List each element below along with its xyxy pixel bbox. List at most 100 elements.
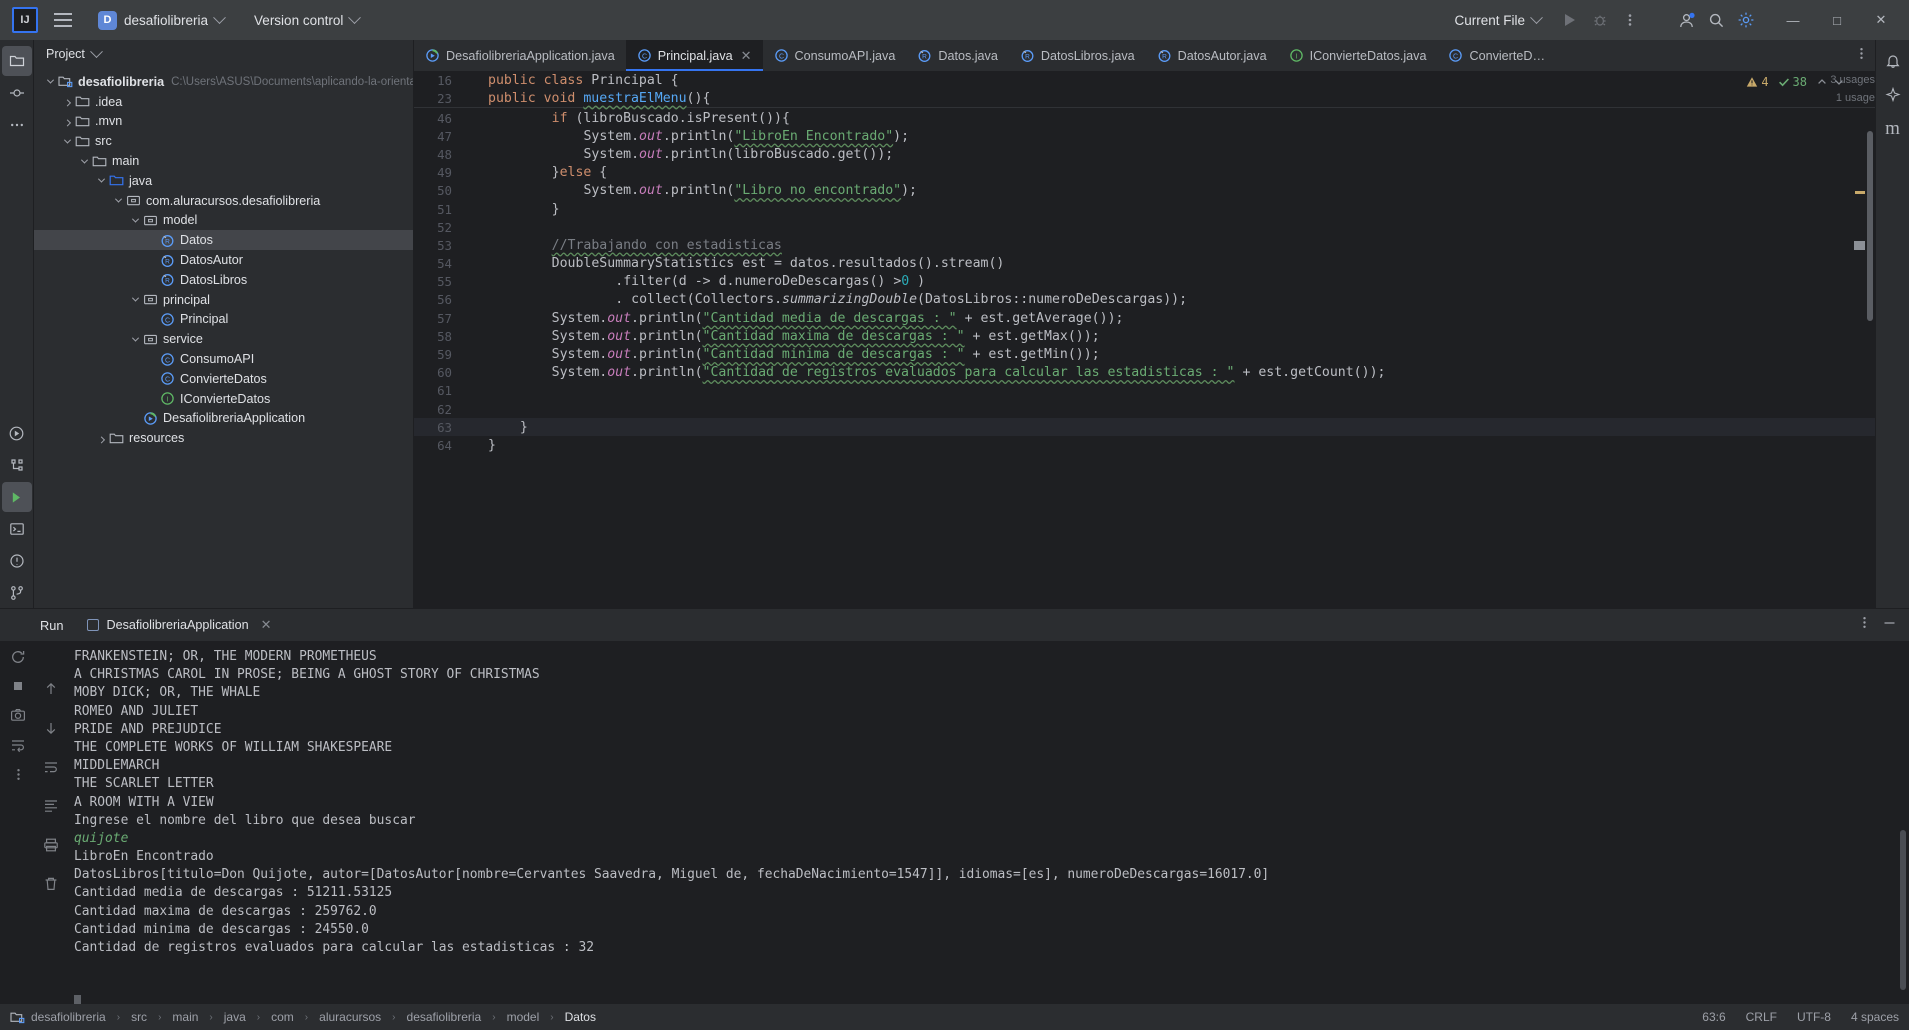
maven-m-icon[interactable]: m	[1878, 114, 1908, 144]
more-vertical-icon[interactable]	[11, 767, 26, 787]
run-configuration-selector[interactable]: Current File	[1446, 9, 1549, 32]
chevron-down-icon[interactable]	[129, 214, 142, 227]
run-play-icon[interactable]	[1555, 5, 1585, 35]
project-tree[interactable]: desafiolibreria C:\Users\ASUS\Documents\a…	[34, 68, 413, 608]
tree-item-resources[interactable]: resources	[34, 428, 413, 448]
code-line[interactable]: 50 System.out.println("Libro no encontra…	[414, 182, 1875, 200]
camera-icon[interactable]	[10, 707, 26, 728]
close-icon[interactable]: ✕	[261, 617, 272, 633]
editor-marker-modified[interactable]	[1854, 241, 1865, 250]
breadcrumb-item[interactable]: main	[172, 1010, 198, 1024]
project-panel-header[interactable]: Project	[34, 40, 413, 68]
breadcrumb-item[interactable]: com	[271, 1010, 294, 1024]
code-line[interactable]: 62	[414, 400, 1875, 418]
sidebar-item-problems[interactable]	[2, 546, 32, 576]
wrap-icon[interactable]	[10, 737, 26, 758]
breadcrumb-item[interactable]: java	[224, 1010, 246, 1024]
chevron-right-icon[interactable]	[61, 115, 74, 128]
soft-wrap-icon[interactable]	[43, 759, 59, 780]
usages-hint[interactable]: 1 usage	[1836, 92, 1875, 104]
tree-item-datoslibros[interactable]: R DatosLibros	[34, 270, 413, 290]
sidebar-item-commit[interactable]	[2, 78, 32, 108]
code-line[interactable]: 63 }	[414, 418, 1875, 437]
breadcrumb-item[interactable]: model	[507, 1010, 540, 1024]
minimize-icon[interactable]	[1882, 615, 1897, 635]
code-line[interactable]: 59 System.out.println("Cantidad minima d…	[414, 345, 1875, 363]
sidebar-item-run[interactable]	[2, 418, 32, 448]
code-line[interactable]: 46 if (libroBuscado.isPresent()){	[414, 109, 1875, 127]
tree-item-desafiolibreriaapplication[interactable]: DesafiolibreriaApplication	[34, 409, 413, 429]
code-line[interactable]: 61	[414, 382, 1875, 400]
sidebar-item-structure[interactable]	[2, 450, 32, 480]
debug-bug-icon[interactable]	[1585, 5, 1615, 35]
user-account-icon[interactable]	[1671, 5, 1701, 35]
caret-position[interactable]: 63:6	[1702, 1010, 1725, 1024]
stop-square-icon[interactable]	[11, 679, 25, 698]
editor-tab-convierted…[interactable]: C ConvierteD…	[1437, 40, 1556, 71]
breadcrumb-item[interactable]: desafiolibreria	[31, 1010, 106, 1024]
code-line[interactable]: 57 System.out.println("Cantidad media de…	[414, 309, 1875, 327]
code-line[interactable]: 48 System.out.println(libroBuscado.get()…	[414, 145, 1875, 163]
tree-item--mvn[interactable]: .mvn	[34, 112, 413, 132]
search-icon[interactable]	[1701, 5, 1731, 35]
ai-sparkle-icon[interactable]	[1878, 80, 1908, 110]
tree-item-com-aluracursos-desafiolibreria[interactable]: com.aluracursos.desafiolibreria	[34, 191, 413, 211]
breadcrumb-item[interactable]: src	[131, 1010, 147, 1024]
run-configuration-tab[interactable]: DesafiolibreriaApplication ✕	[79, 613, 279, 637]
tree-item-model[interactable]: model	[34, 211, 413, 231]
tree-item-src[interactable]: src	[34, 131, 413, 151]
tree-item-principal[interactable]: principal	[34, 290, 413, 310]
tree-item-datos[interactable]: R Datos	[34, 230, 413, 251]
indent-setting[interactable]: 4 spaces	[1851, 1010, 1899, 1024]
editor-scrollbar[interactable]	[1867, 131, 1873, 321]
breadcrumb-item[interactable]: Datos	[565, 1010, 596, 1024]
tree-item-java[interactable]: java	[34, 171, 413, 191]
scroll-end-icon[interactable]	[43, 798, 59, 819]
chevron-down-icon[interactable]	[112, 194, 125, 207]
chevron-down-icon[interactable]	[78, 155, 91, 168]
version-control-menu[interactable]: Version control	[246, 9, 367, 32]
arrow-up-icon[interactable]	[43, 681, 59, 702]
code-line[interactable]: 52	[414, 218, 1875, 236]
more-vertical-icon[interactable]	[1854, 46, 1869, 66]
sidebar-item-services[interactable]	[1, 482, 32, 512]
code-line[interactable]: 60 System.out.println("Cantidad de regis…	[414, 364, 1875, 382]
chevron-down-icon[interactable]	[95, 174, 108, 187]
minimize-window-button[interactable]: —	[1771, 1, 1815, 39]
inspection-widget[interactable]: 4 38	[1746, 75, 1845, 89]
tree-item--idea[interactable]: .idea	[34, 92, 413, 112]
close-icon[interactable]: ✕	[741, 48, 752, 64]
code-line[interactable]: 55 .filter(d -> d.numeroDeDescargas() >0…	[414, 273, 1875, 291]
editor-tab-datoslibros[interactable]: R DatosLibros.java	[1009, 40, 1146, 71]
code-line[interactable]: 51 }	[414, 200, 1875, 218]
code-line[interactable]: 23 public void muestraElMenu(){1 usage	[414, 89, 1875, 107]
more-vertical-icon[interactable]	[1615, 5, 1645, 35]
close-window-button[interactable]: ✕	[1859, 1, 1903, 39]
tree-item-conviertedatos[interactable]: C ConvierteDatos	[34, 369, 413, 389]
tree-item-consumoapi[interactable]: C ConsumoAPI	[34, 349, 413, 369]
trash-icon[interactable]	[43, 876, 59, 897]
code-line[interactable]: 64}	[414, 436, 1875, 454]
breadcrumb[interactable]: desafiolibreria › src › main › java › com › alurac…	[10, 1010, 596, 1025]
chevron-right-icon[interactable]	[61, 95, 74, 108]
code-line[interactable]: 58 System.out.println("Cantidad maxima d…	[414, 327, 1875, 345]
tree-item-principal[interactable]: C Principal	[34, 310, 413, 330]
code-line[interactable]: 53 //Trabajando con estadisticas	[414, 236, 1875, 254]
sidebar-item-version-control[interactable]	[2, 578, 32, 608]
editor-tabs[interactable]: DesafiolibreriaApplication.java C Principa…	[414, 40, 1875, 71]
code-line[interactable]: 16 public class Principal {3 usages	[414, 71, 1875, 89]
editor-marker-warning[interactable]	[1855, 191, 1865, 194]
more-vertical-icon[interactable]	[1857, 615, 1872, 635]
chevron-down-icon[interactable]	[61, 135, 74, 148]
print-icon[interactable]	[43, 837, 59, 858]
chevron-down-icon[interactable]	[44, 75, 57, 88]
file-encoding[interactable]: UTF-8	[1797, 1010, 1831, 1024]
editor-tab-desafiolibreriaapplication[interactable]: DesafiolibreriaApplication.java	[414, 40, 626, 71]
tree-item-datosautor[interactable]: R DatosAutor	[34, 250, 413, 270]
editor-tab-iconviertedatos[interactable]: I IConvierteDatos.java	[1278, 40, 1438, 71]
arrow-down-icon[interactable]	[43, 720, 59, 741]
inspection-nav[interactable]	[1816, 76, 1845, 88]
tree-item-desafiolibreria[interactable]: desafiolibreria C:\Users\ASUS\Documents\a…	[34, 72, 413, 92]
ok-indicator[interactable]: 38	[1778, 75, 1807, 89]
tree-item-iconviertedatos[interactable]: I IConvierteDatos	[34, 389, 413, 409]
